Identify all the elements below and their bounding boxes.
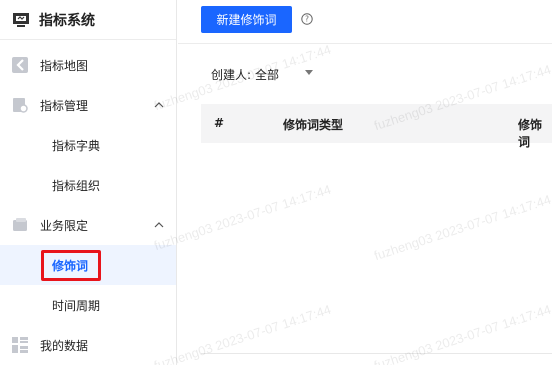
watermark: fuzheng03 2023-07-07 14:17:44 (372, 301, 552, 365)
brand-title: 指标系统 (39, 12, 95, 29)
sidebar-item-organization[interactable]: 指标组织 (0, 165, 176, 205)
sidebar-item-business-limit[interactable]: 业务限定 (0, 205, 176, 245)
sidebar-item-my-data[interactable]: 我的数据 (0, 325, 176, 365)
chevron-up-icon[interactable] (154, 100, 164, 110)
creator-filter[interactable]: 创建人: 全部 (211, 66, 313, 83)
creator-filter-value[interactable]: 全部 (255, 66, 279, 83)
sidebar-item-indicator-mgmt[interactable]: 指标管理 (0, 85, 176, 125)
highlight-box (41, 250, 101, 281)
sidebar-item-dictionary[interactable]: 指标字典 (0, 125, 176, 165)
watermark: fuzheng03 2023-07-07 14:17:44 (152, 301, 333, 365)
column-header-modifier: 修饰词 (518, 118, 543, 149)
brand: 指标系统 (0, 0, 176, 40)
question-circle-icon[interactable]: ? (301, 13, 313, 25)
sidebar-item-label: 我的数据 (40, 338, 89, 353)
new-modifier-button[interactable]: 新建修饰词 (201, 6, 292, 33)
map-icon (12, 57, 28, 73)
monitor-icon (13, 12, 29, 27)
caret-down-icon[interactable] (305, 70, 313, 76)
grid-icon (12, 337, 28, 353)
sidebar-item-label: 指标字典 (52, 138, 101, 153)
sidebar-item-time-period[interactable]: 时间周期 (0, 285, 176, 325)
folder-icon (13, 218, 27, 231)
column-header-modifier-type: 修饰词类型 (283, 118, 344, 132)
sidebar-item-label: 指标组织 (52, 178, 101, 193)
sidebar-item-label: 指标管理 (40, 98, 89, 113)
sidebar-item-label: 指标地图 (40, 58, 89, 73)
creator-filter-label: 创建人: (211, 68, 252, 82)
watermark: fuzheng03 2023-07-07 14:17:44 (152, 181, 333, 254)
toolbar: 新建修饰词 ? (178, 0, 552, 44)
settings-doc-icon (13, 98, 28, 113)
sidebar-item-label: 业务限定 (40, 218, 89, 233)
watermark: fuzheng03 2023-07-07 14:17:44 (372, 191, 552, 264)
table-header: # 修饰词类型 修饰词 (201, 104, 552, 149)
table-bottom-divider (201, 353, 552, 354)
svg-text:?: ? (305, 15, 309, 24)
sidebar-item-label: 时间周期 (52, 298, 101, 313)
sidebar-item-map[interactable]: 指标地图 (0, 45, 176, 85)
chevron-up-icon[interactable] (154, 220, 164, 230)
column-header-index: # (214, 116, 225, 130)
sidebar: 指标系统 指标地图 指标管理 指标字典 指标组织 业务限定 修饰词 时间周期 我… (0, 0, 177, 365)
